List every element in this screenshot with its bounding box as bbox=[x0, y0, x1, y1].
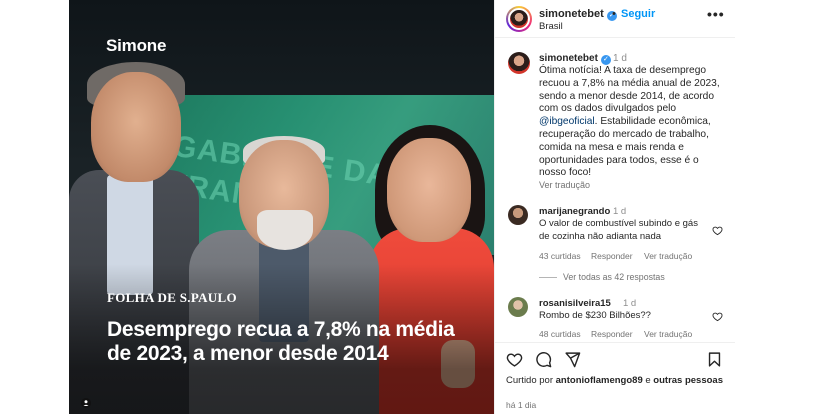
person-right-face bbox=[387, 138, 471, 242]
user-tag-icon[interactable] bbox=[81, 398, 91, 408]
header-separator: • bbox=[612, 8, 616, 20]
more-icon[interactable]: ••• bbox=[707, 6, 725, 22]
share-icon[interactable] bbox=[564, 351, 581, 368]
caption-translate-link[interactable]: Ver tradução bbox=[539, 180, 590, 190]
comment-username[interactable]: rosanisilveira15 bbox=[539, 298, 611, 309]
caption-text: Ótima notícia! A taxa de desemprego recu… bbox=[539, 65, 722, 180]
post-location[interactable]: Brasil bbox=[539, 21, 563, 32]
view-replies-link[interactable]: Ver todas as 42 respostas bbox=[539, 272, 665, 282]
caption-author-avatar[interactable] bbox=[508, 52, 530, 74]
comment-reply-button[interactable]: Responder bbox=[591, 329, 633, 339]
comment-avatar[interactable] bbox=[508, 297, 528, 317]
post-sidebar: simonetebet ✓ • Seguir Brasil ••• simonet… bbox=[494, 0, 735, 414]
post-header: simonetebet ✓ • Seguir Brasil ••• bbox=[495, 0, 735, 38]
author-username[interactable]: simonetebet ✓ bbox=[539, 8, 617, 21]
comment-icon[interactable] bbox=[535, 351, 552, 368]
post-image[interactable]: GABINETE DA TRANSI Simone FOLHA DE S.PAU… bbox=[69, 0, 494, 414]
follow-button[interactable]: Seguir bbox=[621, 8, 655, 20]
person-center-beard bbox=[257, 210, 313, 250]
comment-avatar[interactable] bbox=[508, 205, 528, 225]
comment-text: Rombo de $230 Bilhões?? bbox=[539, 310, 651, 321]
brand-name: Simone bbox=[106, 36, 167, 55]
caption-mention-link[interactable]: @ibgeoficial bbox=[539, 116, 595, 127]
post-age: há 1 dia bbox=[506, 400, 537, 410]
news-source-logo: FOLHA DE S.PAULO bbox=[107, 290, 237, 305]
save-icon[interactable] bbox=[706, 351, 723, 368]
headline: Desemprego recua a 7,8% na média de 2023… bbox=[107, 318, 455, 365]
author-username-text: simonetebet bbox=[539, 8, 604, 20]
comment-likes-count[interactable]: 48 curtidas bbox=[539, 329, 581, 339]
caption-text-part1: Ótima notícia! A taxa de desemprego recu… bbox=[539, 65, 720, 115]
author-avatar-image bbox=[508, 8, 530, 30]
comment-reply-button[interactable]: Responder bbox=[591, 251, 633, 261]
comment-timestamp: 1 d bbox=[623, 298, 637, 309]
caption-timestamp: 1 d bbox=[613, 53, 627, 64]
person-left-face bbox=[91, 72, 181, 182]
caption-username[interactable]: simonetebet ✓ bbox=[539, 53, 611, 65]
liked-by-user[interactable]: antonioflamengo89 bbox=[556, 375, 643, 386]
caption-username-text: simonetebet bbox=[539, 53, 598, 64]
verified-icon: ✓ bbox=[600, 55, 611, 65]
comment-username[interactable]: marijanegrando bbox=[539, 206, 610, 217]
liked-by-prefix: Curtido por bbox=[506, 375, 556, 386]
author-avatar[interactable] bbox=[506, 6, 532, 32]
comment-heart-icon[interactable] bbox=[712, 225, 723, 236]
liked-by-middle: e bbox=[642, 375, 654, 386]
heart-icon[interactable] bbox=[506, 351, 523, 368]
comment-text: O valor de combustível subindo e gás de … bbox=[539, 218, 698, 242]
comment-timestamp: 1 d bbox=[613, 206, 627, 217]
comment-translate-link[interactable]: Ver tradução bbox=[644, 251, 692, 261]
action-bar bbox=[495, 342, 735, 372]
liked-by-others[interactable]: outras pessoas bbox=[653, 375, 723, 386]
comment-heart-icon[interactable] bbox=[712, 311, 723, 322]
comment-translate-link[interactable]: Ver tradução bbox=[644, 329, 692, 339]
comment-likes-count[interactable]: 43 curtidas bbox=[539, 251, 581, 261]
liked-by-summary: Curtido por antonioflamengo89 e outras p… bbox=[506, 375, 726, 387]
